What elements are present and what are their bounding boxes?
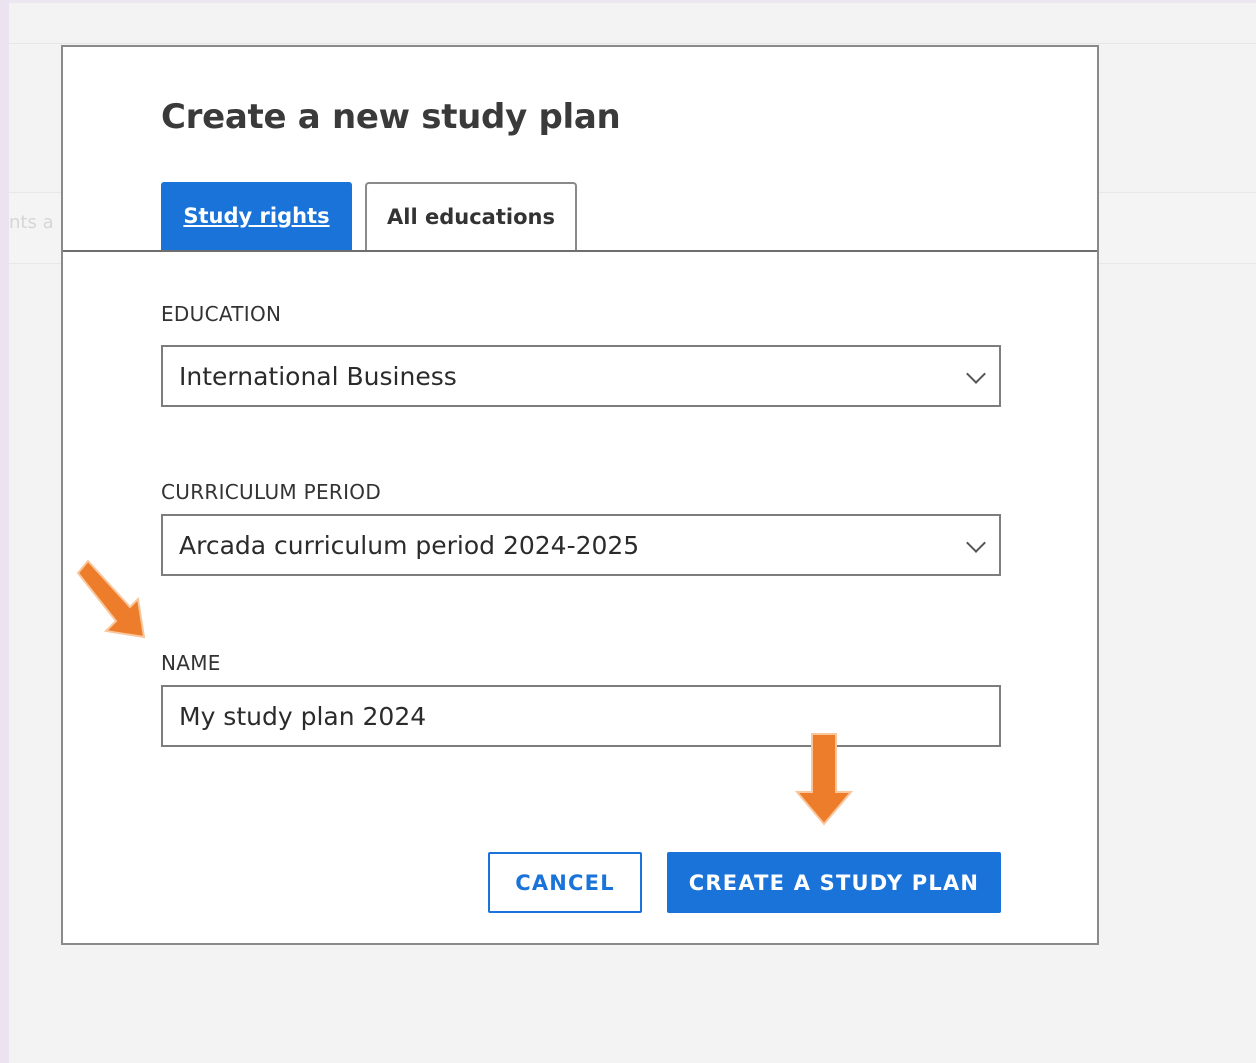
curriculum-period-select[interactable]: Arcada curriculum period 2024-2025 [161,514,1001,576]
curriculum-period-label: CURRICULUM PERIOD [161,480,382,504]
chevron-down-icon [966,364,986,384]
tab-all-educations[interactable]: All educations [365,182,577,250]
chevron-down-icon [966,533,986,553]
tab-study-rights[interactable]: Study rights [161,182,352,250]
curriculum-period-value: Arcada curriculum period 2024-2025 [179,530,640,560]
name-label: NAME [161,651,221,675]
education-select[interactable]: International Business [161,345,1001,407]
dialog-title: Create a new study plan [161,97,621,137]
education-label: EDUCATION [161,302,282,326]
arrow-down-shape [794,733,854,826]
page-top-edge [9,0,1256,3]
arrow-down-icon [794,733,854,826]
name-field[interactable] [161,685,1001,747]
cancel-button[interactable]: CANCEL [488,852,642,913]
create-study-plan-dialog: Create a new study plan Study rights All… [61,45,1099,945]
name-input[interactable] [179,701,979,731]
background-text: nts a [9,212,54,233]
arrow-diagonal-shape [76,559,146,639]
arrow-diagonal-icon [76,559,146,639]
page-left-edge [0,0,9,1063]
tab-divider [63,250,1097,252]
education-value: International Business [179,361,457,391]
create-study-plan-button[interactable]: CREATE A STUDY PLAN [667,852,1001,913]
background-divider [9,43,1256,44]
